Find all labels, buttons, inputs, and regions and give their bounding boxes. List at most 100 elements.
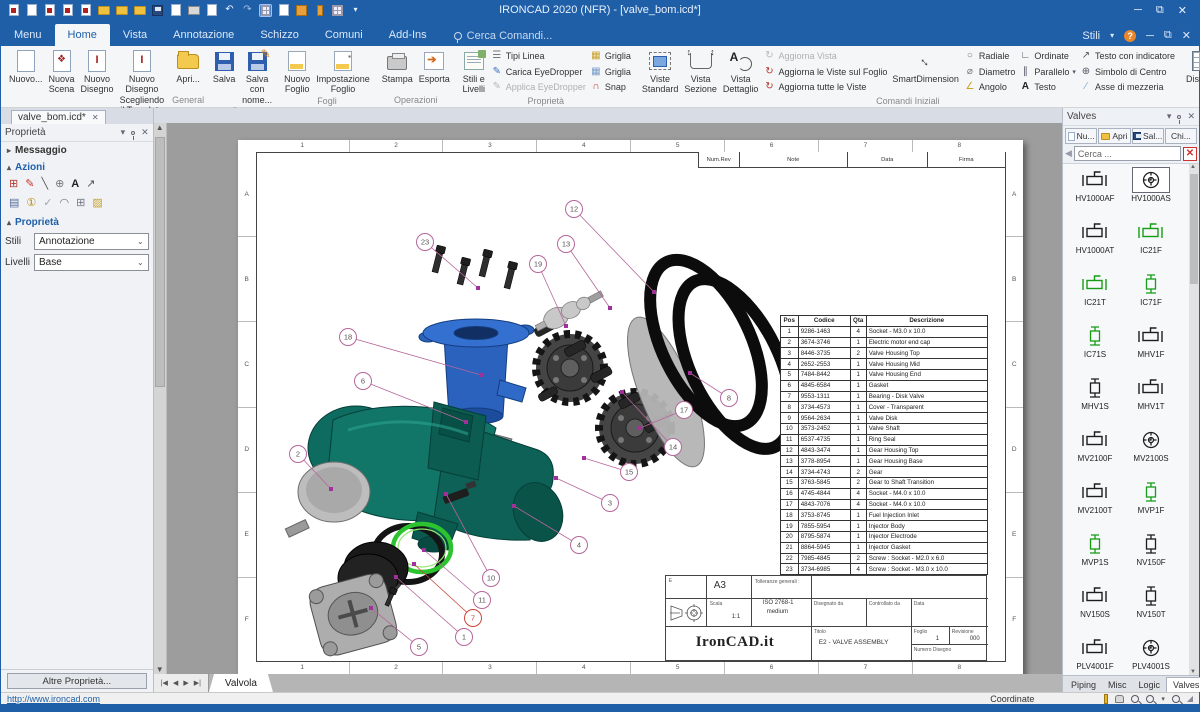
new-scene-icon[interactable] — [43, 4, 56, 17]
catalog-item[interactable]: MHV1F — [1123, 324, 1179, 376]
section-azioni[interactable]: ▴Azioni — [1, 159, 153, 176]
zoom-dropdown-icon[interactable]: ▾ — [1161, 695, 1165, 703]
leader-icon[interactable]: ↗ — [86, 177, 95, 191]
zoom-icon[interactable] — [1146, 695, 1154, 703]
undo-icon[interactable]: ↶ — [223, 4, 236, 17]
resize-grip[interactable]: ◢ — [1187, 694, 1193, 703]
pin-icon[interactable] — [131, 131, 135, 135]
nuovo-foglio-button[interactable]: Nuovo Foglio — [281, 48, 313, 96]
stampa-button[interactable]: Stampa — [379, 48, 416, 95]
panel-menu-icon[interactable]: ▾ — [121, 127, 126, 138]
catalog-item[interactable]: MV2100S — [1123, 428, 1179, 480]
save-icon[interactable] — [151, 4, 164, 17]
drawing-viewport[interactable]: ▲▼ 12345678 12345678 ABCDEF ABCDEF — [154, 123, 1062, 674]
section-messaggio[interactable]: ▸Messaggio — [1, 142, 153, 159]
app-icon[interactable] — [7, 4, 20, 17]
nuovo-disegno-button[interactable]: Nuovo Disegno — [78, 48, 117, 116]
tab-addins[interactable]: Add-Ins — [376, 24, 440, 46]
help-icon[interactable]: ? — [1124, 30, 1136, 42]
applica-eyedropper-button[interactable]: ✎Applica EyeDropper — [491, 80, 586, 94]
catalog-item[interactable]: MHV1T — [1123, 376, 1179, 428]
section-proprieta[interactable]: ▴Proprietà — [1, 214, 153, 231]
esporta-button[interactable]: Esporta — [416, 48, 453, 95]
parallelo-button[interactable]: ∥Parallelo▾ — [1019, 65, 1076, 79]
catalog-item[interactable]: HV1000AS — [1123, 168, 1179, 220]
prev-sheet-icon[interactable]: ◀ — [173, 679, 178, 687]
new-drawing-icon[interactable] — [61, 4, 74, 17]
catalog-item[interactable]: MV2100F — [1067, 428, 1123, 480]
impostazione-foglio-button[interactable]: Impostazione Foglio — [313, 48, 373, 96]
catalog-item[interactable]: IC21F — [1123, 220, 1179, 272]
tab-valves[interactable]: Valves — [1166, 677, 1200, 692]
catalog-item[interactable]: NV150F — [1123, 532, 1179, 584]
catalog-item[interactable]: MHV1S — [1067, 376, 1123, 428]
text-icon[interactable]: A — [71, 177, 79, 191]
tab-piping[interactable]: Piping — [1065, 678, 1102, 692]
clear-search-icon[interactable]: ✕ — [1183, 147, 1197, 161]
ironcad-link[interactable]: http://www.ironcad.com — [7, 694, 100, 704]
catalog-item[interactable]: PLV4001F — [1067, 636, 1123, 675]
angolo-button[interactable]: ∠Angolo — [964, 80, 1016, 94]
bom-table[interactable]: Pos Codice Qta Descrizione 19286-14634So… — [780, 315, 988, 575]
first-sheet-icon[interactable]: |◀ — [161, 679, 168, 687]
catalog-item[interactable]: NV150S — [1067, 584, 1123, 636]
panel-close-icon[interactable]: ✕ — [1187, 111, 1195, 122]
scroll-up-icon[interactable]: ▲ — [156, 123, 164, 132]
shape-icon[interactable] — [295, 4, 308, 17]
catalog-item[interactable]: HV1000AF — [1067, 168, 1123, 220]
zoom-window-icon[interactable] — [1131, 695, 1139, 703]
viste-standard-button[interactable]: Viste Standard — [639, 48, 682, 96]
ordinate-button[interactable]: ∟Ordinate — [1019, 49, 1076, 63]
salva-con-nome-button[interactable]: ✎Salva con nome... — [239, 48, 275, 106]
diametro-button[interactable]: ⌀Diametro — [964, 65, 1016, 79]
catalog-item[interactable]: IC71F — [1123, 272, 1179, 324]
stili-chevron-icon[interactable]: ▾ — [1110, 31, 1114, 40]
qat-overflow-icon[interactable]: ▾ — [349, 4, 362, 17]
livelli-select[interactable]: Base⌄ — [34, 254, 149, 271]
folder-style-icon[interactable]: ▨ — [92, 196, 102, 210]
distinta-button[interactable]: Distinta — [1183, 48, 1200, 105]
scroll-down-icon[interactable]: ▼ — [156, 665, 164, 674]
command-search[interactable]: Cerca Comandi... — [454, 30, 553, 42]
asse-mezzeria-button[interactable]: ∕Asse di mezzeria — [1080, 80, 1175, 94]
altre-proprieta-button[interactable]: Altre Proprietà... — [7, 673, 147, 689]
edit-pencil-icon[interactable]: ✎ — [25, 177, 34, 191]
vista-dettaglio-button[interactable]: Vista Dettaglio — [720, 48, 762, 96]
carica-eyedropper-button[interactable]: ✎Carica EyeDropper — [491, 65, 586, 79]
stili-select[interactable]: Annotazione⌄ — [34, 233, 149, 250]
next-sheet-icon[interactable]: ▶ — [183, 679, 188, 687]
catalog-open-button[interactable]: Apri — [1098, 128, 1130, 144]
griglia2-button[interactable]: ▦Griglia — [590, 65, 631, 79]
doc-tab-close-icon[interactable]: ✕ — [92, 113, 99, 122]
catalog-search-input[interactable]: Cerca ... — [1074, 146, 1181, 161]
preview-icon[interactable] — [169, 4, 182, 17]
update-view-icon[interactable] — [259, 4, 272, 17]
stili-dropdown[interactable]: Stili — [1082, 30, 1100, 42]
vertical-scrollbar[interactable]: ▲▼ — [154, 123, 167, 674]
aggiorna-tutte-viste-button[interactable]: ↻Aggiorna tutte le Viste — [763, 80, 887, 94]
drawing-sheet[interactable]: 12345678 12345678 ABCDEF ABCDEF — [238, 140, 1023, 674]
last-sheet-icon[interactable]: ▶| — [194, 679, 201, 687]
catalog-scrollbar[interactable] — [1189, 164, 1199, 675]
open-recent-icon[interactable] — [115, 4, 128, 17]
doc-restore-button[interactable]: ⧉ — [1164, 29, 1172, 42]
scroll-thumb[interactable] — [155, 137, 165, 387]
tab-home[interactable]: Home — [55, 24, 110, 46]
document-tab[interactable]: valve_bom.icd* ✕ — [11, 110, 106, 124]
balloon-tool-icon[interactable]: ① — [26, 196, 36, 210]
tab-vista[interactable]: Vista — [110, 24, 160, 46]
nuovo-button[interactable]: Nuovo... — [6, 48, 46, 116]
zoom-fit-icon[interactable] — [1172, 695, 1180, 703]
new-template-icon[interactable] — [79, 4, 92, 17]
tab-misc[interactable]: Misc — [1102, 678, 1133, 692]
nuovo-disegno-template-button[interactable]: Nuovo Disegno Scegliendo il Template — [117, 48, 168, 116]
bom-list-icon[interactable]: ▤ — [9, 196, 19, 210]
smartdimension-button[interactable]: ↔SmartDimension — [889, 48, 962, 96]
catalog-item[interactable]: IC71S — [1067, 324, 1123, 376]
cell-icon[interactable]: ⊞ — [76, 196, 85, 210]
table-tool-icon[interactable] — [331, 4, 344, 17]
radiale-button[interactable]: ○Radiale — [964, 49, 1016, 63]
catalog-new-button[interactable]: Nu... — [1065, 128, 1097, 144]
redo-icon[interactable]: ↷ — [241, 4, 254, 17]
griglia-button[interactable]: ▦Griglia — [590, 49, 631, 63]
